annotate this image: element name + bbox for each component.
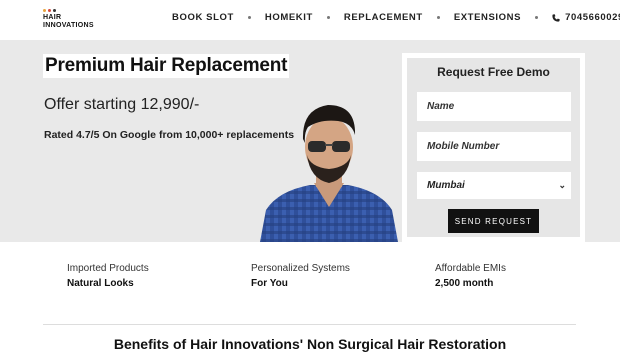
feature-item: Affordable EMIs 2,500 month [435,263,506,289]
benefits-heading: Benefits of Hair Innovations' Non Surgic… [113,336,507,352]
nav-extensions[interactable]: EXTENSIONS [454,12,521,23]
menu-separator [326,16,330,19]
brand-logo[interactable]: HAIR INNOVATIONS [43,9,107,30]
logo-line-2: INNOVATIONS [43,22,94,29]
feature-label: Personalized Systems [251,263,350,274]
main-menu: BOOK SLOT HOMEKIT REPLACEMENT EXTENSIONS… [172,12,620,23]
phone-number: 7045660029 [565,12,620,23]
city-select[interactable]: Mumbai ⌄ [417,172,571,199]
demo-form: Request Free Demo Name Mobile Number Mum… [407,58,580,237]
nav-phone-link[interactable]: 7045660029 [552,12,620,23]
nav-homekit[interactable]: HOMEKIT [265,12,313,23]
hero-rating: Rated 4.7/5 On Google from 10,000+ repla… [44,129,295,141]
name-input[interactable]: Name [417,92,571,121]
feature-value: 2,500 month [435,278,494,289]
feature-item: Personalized Systems For You [251,263,350,289]
section-divider [43,324,576,325]
nav-replacement[interactable]: REPLACEMENT [344,12,423,23]
chevron-down-icon: ⌄ [558,180,566,190]
demo-request-card: Request Free Demo Name Mobile Number Mum… [402,53,585,242]
feature-label: Imported Products [67,263,149,274]
phone-icon [552,13,560,22]
send-request-button[interactable]: SEND REQUEST [448,209,539,233]
feature-item: Imported Products Natural Looks [67,263,149,289]
feature-label: Affordable EMIs [435,263,506,274]
hero-offer: Offer starting 12,990/- [44,96,200,113]
menu-separator [535,16,539,19]
logo-line-1: HAIR [43,14,62,21]
form-title: Request Free Demo [437,65,550,79]
hero-model-image [260,105,398,242]
feature-value: Natural Looks [67,278,134,289]
hero-title: Premium Hair Replacement [43,54,290,78]
menu-separator [436,16,440,19]
logo-dots [43,9,107,12]
hero-section: Premium Hair Replacement Offer starting … [0,40,620,242]
mobile-number-input[interactable]: Mobile Number [417,132,571,161]
menu-separator [247,16,251,19]
nav-book-slot[interactable]: BOOK SLOT [172,12,234,23]
city-selected-value: Mumbai [427,180,465,191]
top-navbar: HAIR INNOVATIONS BOOK SLOT HOMEKIT REPLA… [0,0,620,40]
feature-value: For You [251,278,288,289]
features-strip: Imported Products Natural Looks Personal… [0,242,620,325]
